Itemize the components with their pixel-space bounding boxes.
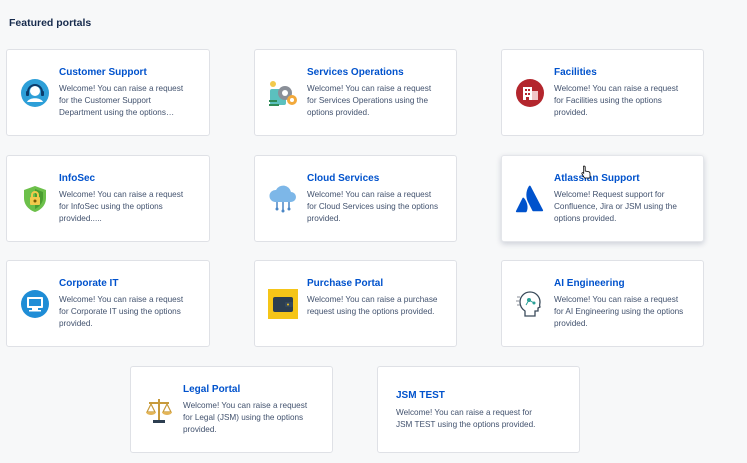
portal-card-services-operations[interactable]: Services Operations Welcome! You can rai… <box>254 49 457 136</box>
portal-card-ai-engineering[interactable]: AI Engineering Welcome! You can raise a … <box>501 260 704 347</box>
portal-card-infosec[interactable]: InfoSec Welcome! You can raise a request… <box>6 155 210 242</box>
building-icon <box>514 77 546 109</box>
portal-title: Atlassian Support <box>554 173 640 184</box>
portal-card-customer-support[interactable]: Customer Support Welcome! You can raise … <box>6 49 210 136</box>
cloud-icon <box>267 183 299 215</box>
portal-description: Welcome! You can raise a request for Inf… <box>59 190 184 223</box>
portal-title: Services Operations <box>307 67 404 78</box>
portal-title: Purchase Portal <box>307 278 384 289</box>
portal-card-legal-portal[interactable]: Legal Portal Welcome! You can raise a re… <box>130 366 333 453</box>
section-heading: Featured portals <box>9 17 92 29</box>
portal-title: Cloud Services <box>307 173 380 184</box>
portal-title: JSM TEST <box>396 390 445 401</box>
portal-title: Legal Portal <box>183 384 241 395</box>
portal-description: Welcome! You can raise a purchase reques… <box>307 295 438 316</box>
portal-title: InfoSec <box>59 173 96 184</box>
wallet-icon <box>267 288 299 320</box>
portal-description: Welcome! You can raise a request for Ser… <box>307 84 432 117</box>
portal-card-purchase-portal[interactable]: Purchase Portal Welcome! You can raise a… <box>254 260 457 347</box>
portal-card-atlassian-support[interactable]: Atlassian Support Welcome! Request suppo… <box>501 155 704 242</box>
shield-lock-icon <box>19 183 51 215</box>
portal-description: Welcome! Request support for Confluence,… <box>554 190 677 223</box>
portal-description: Welcome! You can raise a request for Clo… <box>307 190 439 223</box>
gears-icon <box>267 77 299 109</box>
portal-title: Corporate IT <box>59 278 119 289</box>
portal-card-cloud-services[interactable]: Cloud Services Welcome! You can raise a … <box>254 155 457 242</box>
scales-icon <box>143 394 175 426</box>
portal-card-jsm-test[interactable]: JSM TEST Welcome! You can raise a reques… <box>377 366 580 453</box>
portal-description: Welcome! You can raise a request for Leg… <box>183 401 308 434</box>
portal-title: Customer Support <box>59 67 147 78</box>
portal-card-corporate-it[interactable]: Corporate IT Welcome! You can raise a re… <box>6 260 210 347</box>
portal-description: Welcome! You can raise a request for AI … <box>554 295 684 328</box>
headset-icon <box>19 77 51 109</box>
portal-title: AI Engineering <box>554 278 625 289</box>
ai-head-icon <box>514 288 546 320</box>
portal-card-facilities[interactable]: Facilities Welcome! You can raise a requ… <box>501 49 704 136</box>
portal-title: Facilities <box>554 67 597 78</box>
hand-cursor-icon <box>581 165 591 179</box>
portal-description: Welcome! You can raise a request for Fac… <box>554 84 679 117</box>
portal-description: Welcome! You can raise a request for the… <box>59 84 184 117</box>
atlassian-logo-icon <box>514 183 546 215</box>
computer-icon <box>19 288 51 320</box>
portal-description: Welcome! You can raise a request for Cor… <box>59 295 184 328</box>
portal-description: Welcome! You can raise a request for JSM… <box>396 408 536 429</box>
